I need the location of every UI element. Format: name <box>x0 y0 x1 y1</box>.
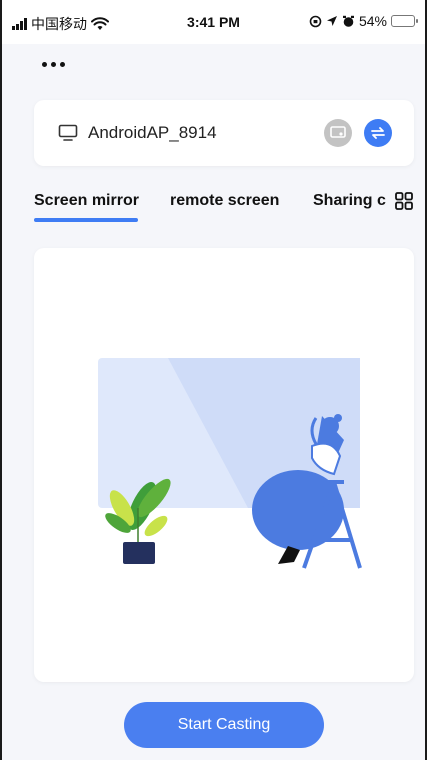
app-header <box>2 44 425 90</box>
device-card[interactable]: AndroidAP_8914 <box>34 100 414 166</box>
start-casting-button[interactable]: Start Casting <box>124 702 324 748</box>
content-card <box>34 248 414 682</box>
battery-icon <box>391 15 418 27</box>
orientation-lock-icon <box>309 15 322 27</box>
grid-icon[interactable] <box>395 192 413 210</box>
tab-screen-mirror[interactable]: Screen mirror <box>34 192 139 210</box>
device-name: AndroidAP_8914 <box>88 123 217 142</box>
tab-sharing[interactable]: Sharing c <box>313 192 391 210</box>
status-right: 54% <box>309 13 418 29</box>
cast-screen-icon <box>330 126 346 138</box>
battery-percent: 54% <box>358 13 387 29</box>
location-icon <box>326 16 337 26</box>
casting-illustration <box>98 358 362 569</box>
tab-remote-screen[interactable]: remote screen <box>170 192 279 210</box>
more-dots-icon[interactable] <box>42 54 72 74</box>
swap-arrows-icon <box>371 127 385 139</box>
alarm-icon <box>342 15 354 27</box>
switch-icon[interactable] <box>364 119 392 147</box>
mode-tabs: Screen mirror remote screen Sharing c <box>2 188 425 228</box>
active-tab-indicator <box>34 218 138 222</box>
status-bar: 中国移动 3:41 PM 54% <box>2 0 425 44</box>
monitor-icon <box>58 124 78 141</box>
cast-badge-icon[interactable] <box>324 119 352 147</box>
